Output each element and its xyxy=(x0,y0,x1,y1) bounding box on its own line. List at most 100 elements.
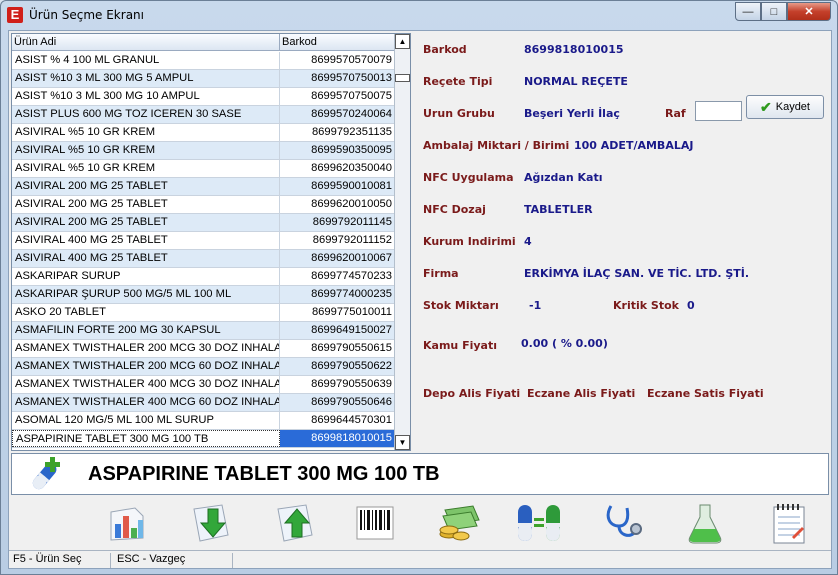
chart-report-button[interactable] xyxy=(99,499,155,547)
package-quantity-value: 100 ADET/AMBALAJ xyxy=(574,139,694,152)
barcode-cell[interactable]: 8699570750075 xyxy=(280,88,395,105)
product-name-cell[interactable]: ASIST % 4 100 ML GRANUL xyxy=(12,52,280,69)
product-name-cell[interactable]: ASIVIRAL 200 MG 25 TABLET xyxy=(12,196,280,213)
table-row[interactable]: ASMANEX TWISTHALER 400 MCG 30 DOZ INHALA… xyxy=(12,376,395,394)
scroll-up-arrow-icon[interactable]: ▲ xyxy=(395,34,410,49)
medical-info-button[interactable] xyxy=(595,499,651,547)
table-row[interactable]: ASIVIRAL %5 10 GR KREM 8699590350095 xyxy=(12,142,395,160)
product-name-cell[interactable]: ASIST PLUS 600 MG TOZ ICEREN 30 SASE xyxy=(12,106,280,123)
barcode-cell[interactable]: 8699775010011 xyxy=(280,304,395,321)
table-row[interactable]: ASKARIPAR ŞURUP 500 MG/5 ML 100 ML 869977… xyxy=(12,286,395,304)
table-row[interactable]: ASPAPIRINE TABLET 300 MG 100 TB 869981801… xyxy=(12,430,395,448)
product-group-value: Beşeri Yerli İlaç xyxy=(524,107,620,120)
close-button[interactable]: ✕ xyxy=(787,2,831,21)
active-ingredient-button[interactable] xyxy=(677,499,733,547)
minimize-button[interactable]: ― xyxy=(735,2,761,21)
barcode-cell[interactable]: 8699570240064 xyxy=(280,106,395,123)
barcode-label: Barkod xyxy=(423,43,467,56)
product-name-cell[interactable]: ASIVIRAL 400 MG 25 TABLET xyxy=(12,250,280,267)
table-row[interactable]: ASIVIRAL 400 MG 25 TABLET 8699792011152 xyxy=(12,232,395,250)
scroll-down-arrow-icon[interactable]: ▼ xyxy=(395,435,410,450)
column-header-product-name[interactable]: Ürün Adi xyxy=(12,34,280,51)
barcode-cell[interactable]: 8699792011145 xyxy=(280,214,395,231)
product-name-cell[interactable]: ASIVIRAL 200 MG 25 TABLET xyxy=(12,214,280,231)
stock-quantity-label: Stok Miktarı xyxy=(423,299,499,312)
table-row[interactable]: ASMAFILIN FORTE 200 MG 30 KAPSUL 86996491… xyxy=(12,322,395,340)
barcode-cell[interactable]: 8699790550639 xyxy=(280,376,395,393)
scroll-thumb[interactable] xyxy=(395,74,410,82)
product-name-cell[interactable]: ASIVIRAL %5 10 GR KREM xyxy=(12,142,280,159)
barcode-cell[interactable]: 8699649150027 xyxy=(280,322,395,339)
product-name-cell[interactable]: ASMAFILIN FORTE 200 MG 30 KAPSUL xyxy=(12,322,280,339)
notes-button[interactable] xyxy=(761,499,817,547)
table-row[interactable]: ASIVIRAL 200 MG 25 TABLET 8699792011145 xyxy=(12,214,395,232)
table-row[interactable]: ASMANEX TWISTHALER 200 MCG 60 DOZ INHALA… xyxy=(12,358,395,376)
barcode-cell[interactable]: 8699790550615 xyxy=(280,340,395,357)
product-name-cell[interactable]: ASIVIRAL %5 10 GR KREM xyxy=(12,160,280,177)
product-name-cell[interactable]: ASMANEX TWISTHALER 400 MCG 30 DOZ INHALA… xyxy=(12,376,280,393)
barcode-cell[interactable]: 8699620350040 xyxy=(280,160,395,177)
grid-scrollbar[interactable]: ▲ ▼ xyxy=(394,34,410,450)
barcode-cell[interactable]: 8699774570233 xyxy=(280,268,395,285)
import-button[interactable] xyxy=(183,499,239,547)
barcode-cell[interactable]: 8699790550646 xyxy=(280,394,395,411)
table-row[interactable]: ASIST %10 3 ML 300 MG 10 AMPUL 8699570750… xyxy=(12,88,395,106)
table-row[interactable]: ASOMAL 120 MG/5 ML 100 ML SURUP 869964457… xyxy=(12,412,395,430)
prices-button[interactable] xyxy=(431,499,487,547)
selected-product-name: ASPAPIRINE TABLET 300 MG 100 TB xyxy=(88,463,440,485)
window-title: Ürün Seçme Ekranı xyxy=(29,8,144,22)
barcode-cell[interactable]: 8699792351135 xyxy=(280,124,395,141)
stethoscope-icon xyxy=(606,505,642,537)
nfc-dosage-value: TABLETLER xyxy=(524,203,593,216)
export-button[interactable] xyxy=(267,499,323,547)
barcode-cell[interactable]: 8699590010081 xyxy=(280,178,395,195)
barcode-cell[interactable]: 8699792011152 xyxy=(280,232,395,249)
equivalent-medicines-button[interactable] xyxy=(511,499,567,547)
table-row[interactable]: ASMANEX TWISTHALER 200 MCG 30 DOZ INHALA… xyxy=(12,340,395,358)
product-name-cell[interactable]: ASPAPIRINE TABLET 300 MG 100 TB xyxy=(12,430,280,447)
product-name-cell[interactable]: ASKARIPAR ŞURUP 500 MG/5 ML 100 ML xyxy=(12,286,280,303)
barcode-cell[interactable]: 8699620010050 xyxy=(280,196,395,213)
maximize-button[interactable]: □ xyxy=(761,2,787,21)
product-name-cell[interactable]: ASIST %10 3 ML 300 MG 10 AMPUL xyxy=(12,88,280,105)
barcode-cell[interactable]: 8699644570301 xyxy=(280,412,395,429)
product-name-cell[interactable]: ASIVIRAL 200 MG 25 TABLET xyxy=(12,178,280,195)
table-row[interactable]: ASMANEX TWISTHALER 400 MCG 60 DOZ INHALA… xyxy=(12,394,395,412)
product-name-cell[interactable]: ASMANEX TWISTHALER 200 MCG 30 DOZ INHALA… xyxy=(12,340,280,357)
table-row[interactable]: ASIVIRAL 400 MG 25 TABLET 8699620010067 xyxy=(12,250,395,268)
table-row[interactable]: ASIVIRAL %5 10 GR KREM 8699792351135 xyxy=(12,124,395,142)
product-detail-panel: Barkod 8699818010015 Reçete Tipi NORMAL … xyxy=(413,33,831,451)
shelf-input[interactable] xyxy=(695,101,742,121)
product-name-cell[interactable]: ASIVIRAL %5 10 GR KREM xyxy=(12,124,280,141)
table-row[interactable]: ASKO 20 TABLET 8699775010011 xyxy=(12,304,395,322)
barcode-cell[interactable]: 8699590350095 xyxy=(280,142,395,159)
product-name-cell[interactable]: ASKARIPAR SURUP xyxy=(12,268,280,285)
table-row[interactable]: ASIST PLUS 600 MG TOZ ICEREN 30 SASE 8699… xyxy=(12,106,395,124)
table-row[interactable]: ASIVIRAL 200 MG 25 TABLET 8699590010081 xyxy=(12,178,395,196)
grid-header: Ürün Adi Barkod xyxy=(12,34,395,51)
barcode-cell[interactable]: 8699570570079 xyxy=(280,52,395,69)
table-row[interactable]: ASIVIRAL 200 MG 25 TABLET 8699620010050 xyxy=(12,196,395,214)
institution-discount-label: Kurum Indirimi xyxy=(423,235,516,248)
product-name-cell[interactable]: ASKO 20 TABLET xyxy=(12,304,280,321)
table-row[interactable]: ASKARIPAR SURUP 8699774570233 xyxy=(12,268,395,286)
product-name-cell[interactable]: ASMANEX TWISTHALER 200 MCG 60 DOZ INHALA… xyxy=(12,358,280,375)
column-header-barcode[interactable]: Barkod xyxy=(280,34,395,51)
product-name-cell[interactable]: ASIST %10 3 ML 300 MG 5 AMPUL xyxy=(12,70,280,87)
barcode-cell[interactable]: 8699620010067 xyxy=(280,250,395,267)
table-row[interactable]: ASIST %10 3 ML 300 MG 5 AMPUL 86995707500… xyxy=(12,70,395,88)
product-group-label: Urun Grubu xyxy=(423,107,495,120)
barcode-cell[interactable]: 8699570750013 xyxy=(280,70,395,87)
barcode-cell[interactable]: 8699790550622 xyxy=(280,358,395,375)
table-row[interactable]: ASIST % 4 100 ML GRANUL 8699570570079 xyxy=(12,52,395,70)
barcode-cell[interactable]: 8699774000235 xyxy=(280,286,395,303)
product-grid[interactable]: Ürün Adi Barkod ASIST % 4 100 ML GRANUL 8… xyxy=(11,33,411,451)
barcode-button[interactable] xyxy=(347,499,403,547)
product-name-cell[interactable]: ASMANEX TWISTHALER 400 MCG 60 DOZ INHALA… xyxy=(12,394,280,411)
table-row[interactable]: ASIVIRAL %5 10 GR KREM 8699620350040 xyxy=(12,160,395,178)
product-name-cell[interactable]: ASOMAL 120 MG/5 ML 100 ML SURUP xyxy=(12,412,280,429)
save-button[interactable]: ✔ Kaydet xyxy=(746,95,824,119)
product-name-cell[interactable]: ASIVIRAL 400 MG 25 TABLET xyxy=(12,232,280,249)
barcode-cell[interactable]: 8699818010015 xyxy=(280,430,395,447)
add-medicine-icon xyxy=(32,457,60,490)
